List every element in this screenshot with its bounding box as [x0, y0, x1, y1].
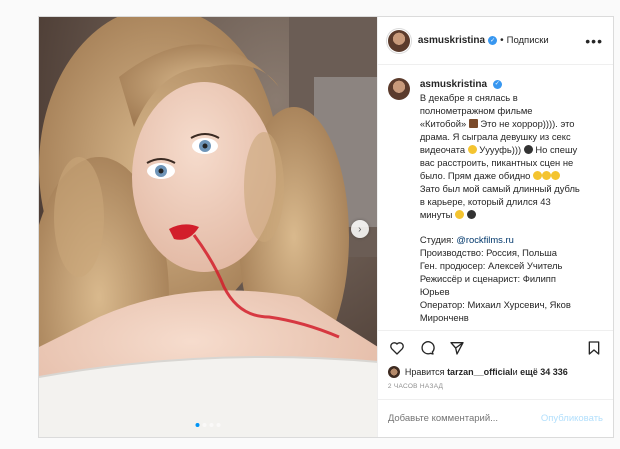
liker-username[interactable]: tarzan__official [447, 367, 513, 377]
caption-line: в карьере, который длился 43 [419, 196, 551, 207]
emoji-icon [523, 145, 533, 154]
next-arrow-icon[interactable]: › [350, 220, 369, 238]
caption-line: минуты [420, 208, 598, 221]
caption-avatar[interactable] [387, 78, 410, 100]
emoji-icon [466, 210, 476, 219]
caption-line: Зато был мой самый длинный дубль [419, 183, 580, 194]
credit-line: Режиссёр и сценарист: Филипп [419, 273, 556, 284]
emoji-icon [550, 171, 560, 180]
carousel-dot [195, 423, 200, 427]
verified-badge-icon: ✓ [488, 36, 498, 45]
emoji-icon [468, 119, 478, 128]
mention-link[interactable]: @rockfilms.ru [456, 234, 513, 245]
more-options-icon[interactable]: ••• [585, 33, 603, 49]
likes-summary: Нравится tarzan__official и ещё 34 336 [378, 365, 613, 379]
emoji-icon [532, 171, 542, 180]
carousel-dot [209, 423, 214, 427]
username-link[interactable]: asmuskristina [418, 35, 485, 46]
credit-line: Производство: Россия, Польша [419, 247, 557, 258]
credit-line: Оператор: Михаил Хурсевич, Яков [419, 299, 571, 310]
publish-button[interactable]: Опубликовать [541, 413, 603, 424]
verified-badge-icon: ✓ [492, 80, 502, 90]
caption-username[interactable]: asmuskristina [420, 79, 487, 90]
credit-line: Миронченв [419, 312, 469, 323]
liker-avatar[interactable] [387, 366, 400, 378]
comment-input[interactable] [387, 413, 541, 424]
post-sidebar: asmuskristina ✓ • Подписки ••• asmuskris… [376, 17, 613, 437]
caption-line: полнометражном фильме [419, 105, 533, 116]
caption-line: видеочата Ууууфь))) Но спешу [419, 144, 578, 155]
post-timestamp[interactable]: 2 ЧАСОВ НАЗАД [378, 379, 613, 399]
heart-icon[interactable] [388, 339, 406, 357]
header-separator: • [500, 35, 504, 46]
carousel-dot [216, 423, 221, 427]
caption-line: драма. Я сыграла девушку из секс [419, 131, 571, 142]
portrait-image [39, 17, 377, 437]
instagram-post: › asmuskristina ✓ • Подписки ••• asmuskr… [38, 16, 614, 438]
credit-line: Юрьев [419, 286, 450, 297]
credit-line: Ген. продюсер: Алексей Учитель [419, 260, 563, 271]
caption-line: было. Прям даже обидно [420, 169, 598, 182]
caption-line: В декабре я снялась в [419, 92, 518, 103]
caption-line: «Китобой» Это не хоррор)))). это [419, 118, 575, 129]
comment-form: Опубликовать [377, 399, 613, 437]
page: › asmuskristina ✓ • Подписки ••• asmuskr… [0, 0, 620, 449]
comment-icon[interactable] [418, 339, 436, 357]
emoji-icon [541, 171, 551, 180]
bookmark-icon[interactable] [585, 339, 603, 357]
carousel-indicator [195, 423, 221, 427]
caption-line: вас расстроить, пикантных сцен не [419, 157, 574, 168]
likes-count[interactable]: ещё 34 336 [520, 367, 568, 377]
action-bar [378, 331, 613, 365]
carousel-dot [202, 423, 207, 427]
post-photo[interactable]: › [39, 17, 377, 437]
caption-area: asmuskristina ✓ В декабре я снялась в по… [377, 65, 613, 331]
credit-line: Студия: @rockfilms.ru [419, 234, 514, 245]
caption-text: asmuskristina ✓ В декабре я снялась в по… [420, 77, 598, 330]
follow-button[interactable]: Подписки [507, 35, 549, 46]
emoji-icon [467, 145, 477, 154]
avatar[interactable] [387, 29, 410, 52]
emoji-icon [455, 210, 465, 219]
post-header: asmuskristina ✓ • Подписки ••• [377, 17, 613, 65]
share-icon[interactable] [448, 339, 466, 357]
